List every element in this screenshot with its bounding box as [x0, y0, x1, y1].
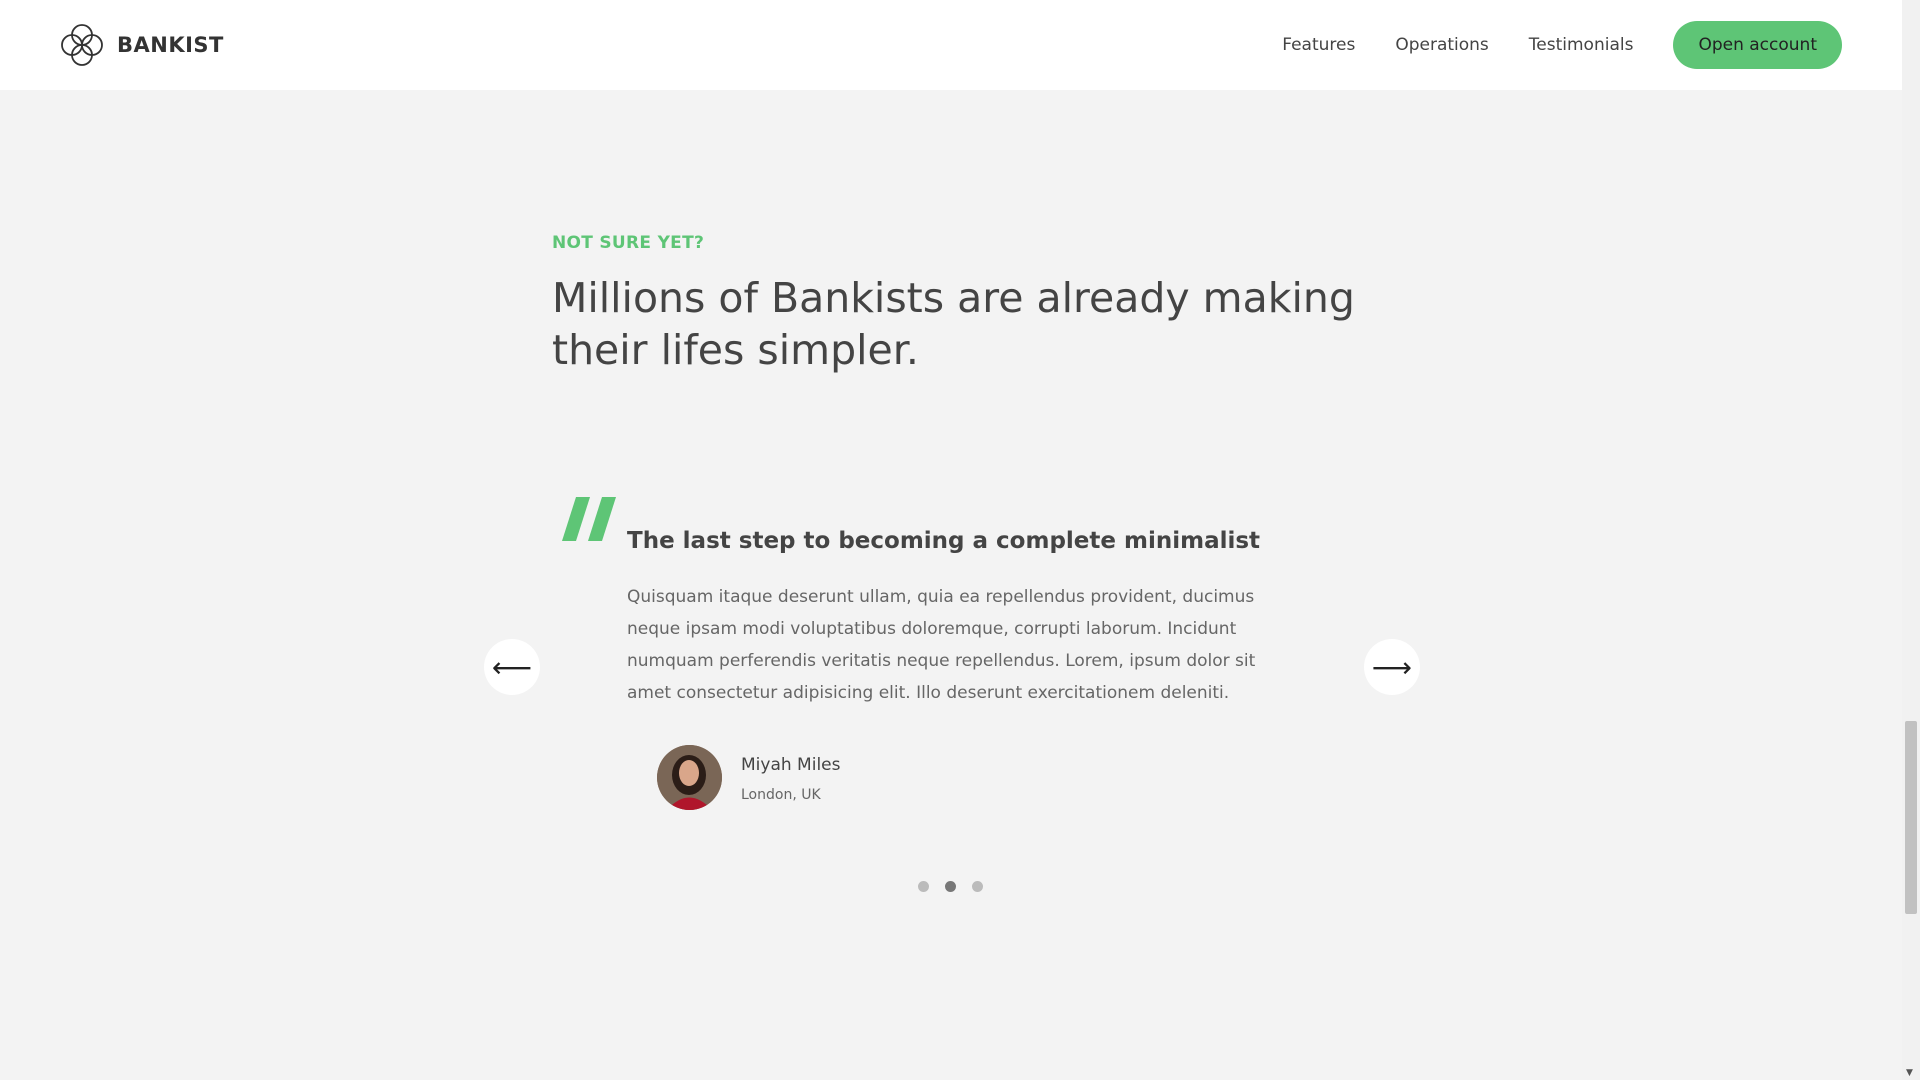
open-account-button[interactable]: Open account: [1673, 21, 1842, 69]
slider-next-button[interactable]: ⟶: [1364, 639, 1420, 695]
author-location: London, UK: [741, 786, 821, 803]
slider-dot-2[interactable]: [945, 881, 956, 892]
scrollbar-thumb[interactable]: [1905, 721, 1917, 914]
testimonial-body: Quisquam itaque deserunt ullam, quia ea …: [627, 587, 1256, 703]
section-heading: Millions of Bankists are already making …: [552, 274, 1355, 374]
slider-prev-button[interactable]: ⟵: [484, 639, 540, 695]
quote-mark-icon: [562, 497, 616, 541]
slider-dot-3[interactable]: [972, 881, 983, 892]
nav-link-operations[interactable]: Operations: [1395, 35, 1488, 55]
top-navigation: BANKIST Features Operations Testimonials…: [0, 0, 1902, 90]
nav-link-features[interactable]: Features: [1282, 35, 1355, 55]
logo[interactable]: BANKIST: [59, 22, 224, 68]
arrow-left-icon: ⟵: [491, 650, 533, 684]
bankist-logo-icon: [61, 24, 103, 66]
slider-dot-1[interactable]: [918, 881, 929, 892]
slider-dots: [918, 881, 999, 892]
testimonial-title: The last step to becoming a complete min…: [627, 528, 1261, 554]
nav-link-testimonials[interactable]: Testimonials: [1529, 35, 1634, 55]
section-eyebrow: NOT SURE YET?: [552, 233, 705, 253]
author-name: Miyah Miles: [741, 754, 841, 775]
avatar: [657, 745, 722, 810]
author-info: Miyah Miles London, UK: [741, 753, 840, 803]
nav-menu: Features Operations Testimonials Open ac…: [1282, 21, 1842, 69]
page: BANKIST Features Operations Testimonials…: [0, 0, 1920, 1080]
testimonial-author: Miyah Miles London, UK: [657, 745, 840, 810]
scrollbar[interactable]: ▼: [1902, 0, 1920, 1080]
scroll-down-icon[interactable]: ▼: [1906, 1068, 1913, 1078]
logo-text: BANKIST: [117, 33, 224, 57]
arrow-right-icon: ⟶: [1371, 650, 1413, 684]
